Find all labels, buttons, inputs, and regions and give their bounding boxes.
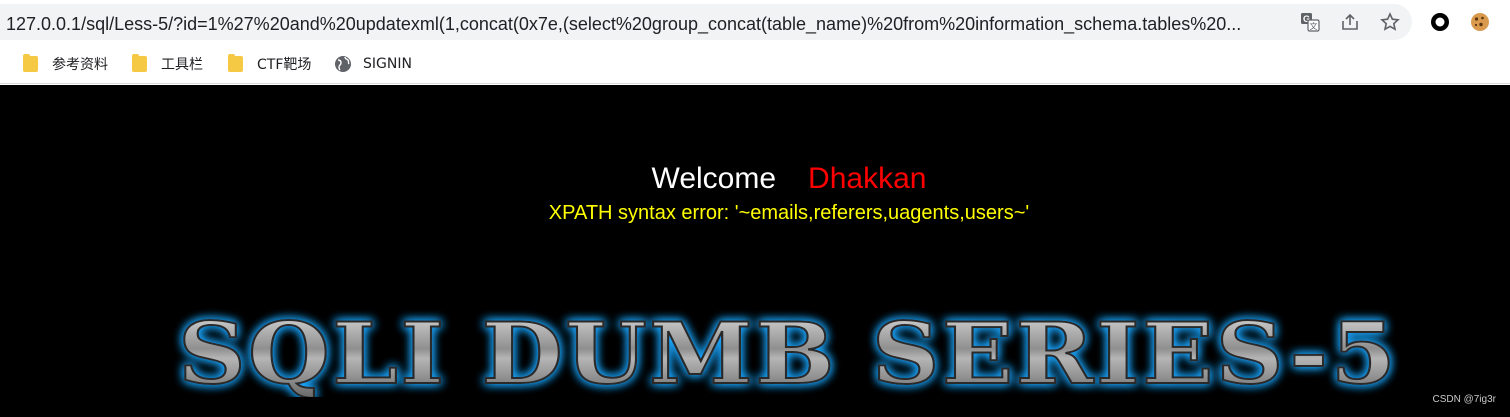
watermark: CSDN @7ig3r: [1432, 394, 1496, 405]
folder-icon: [23, 54, 38, 72]
url-path: /sql/Less-5/?id=1%27%20and%20updatexml(1…: [81, 14, 1242, 34]
svg-text:文: 文: [1310, 21, 1318, 31]
bookmark-signin[interactable]: SIGNIN: [334, 53, 412, 75]
globe-icon: [334, 55, 352, 73]
bookmark-label: 参考资料: [52, 57, 108, 73]
url-host: 127.0.0.1: [6, 14, 82, 34]
bookmark-label: CTF靶场: [257, 57, 312, 73]
circle-extension-icon[interactable]: [1429, 11, 1451, 33]
welcome-line: Welcome Dhakkan: [0, 161, 1510, 197]
url-text[interactable]: 127.0.0.1/sql/Less-5/?id=1%27%20and%20up…: [6, 13, 1286, 35]
bookmark-folder-ctf[interactable]: CTF靶场: [228, 53, 311, 75]
banner-text: SQLI DUMB SERIES-5: [178, 307, 1398, 397]
bookmarks-bar: 参考资料 工具栏 CTF靶场 SIGNIN: [0, 44, 1510, 84]
share-icon[interactable]: [1340, 12, 1360, 32]
folder-icon: [132, 54, 147, 72]
bookmark-folder-toolbar[interactable]: 工具栏: [132, 53, 203, 75]
cookie-extension-icon[interactable]: [1469, 11, 1491, 33]
page-content: Welcome Dhakkan XPATH syntax error: '~ema…: [0, 85, 1510, 417]
error-message: XPATH syntax error: '~emails,referers,ua…: [548, 202, 1030, 224]
banner-image: SQLI DUMB SERIES-5: [177, 307, 1398, 397]
folder-icon: [228, 54, 243, 72]
bookmark-folder-references[interactable]: 参考资料: [23, 53, 108, 75]
omnibox[interactable]: 127.0.0.1/sql/Less-5/?id=1%27%20and%20up…: [0, 4, 1412, 40]
bookmark-label: SIGNIN: [363, 56, 412, 72]
star-icon[interactable]: [1380, 12, 1400, 32]
user-name: Dhakkan: [808, 162, 927, 195]
welcome-text: Welcome: [651, 162, 777, 195]
address-bar: 127.0.0.1/sql/Less-5/?id=1%27%20and%20up…: [0, 0, 1510, 44]
bookmark-label: 工具栏: [161, 57, 203, 73]
translate-icon[interactable]: G 文: [1300, 12, 1320, 32]
